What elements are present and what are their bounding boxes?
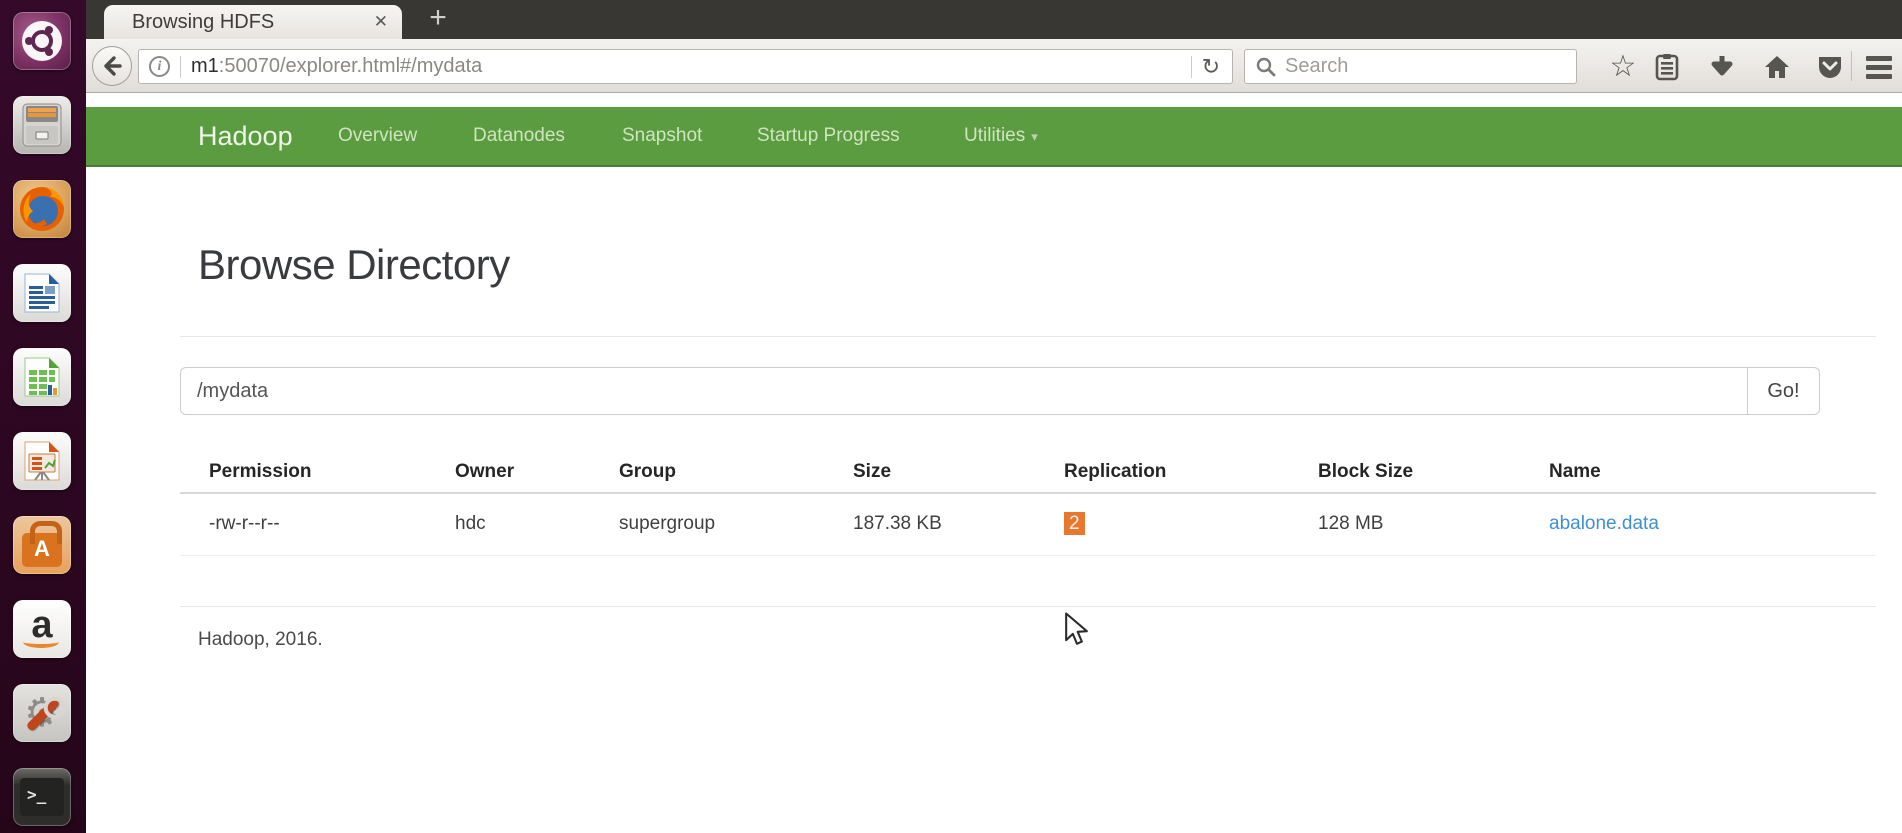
- cell-replication: 2: [1035, 493, 1289, 556]
- page-content: Hadoop Overview Datanodes Snapshot Start…: [86, 93, 1902, 833]
- search-bar[interactable]: [1244, 49, 1577, 84]
- nav-startup-progress[interactable]: Startup Progress: [757, 107, 900, 165]
- url-text: m1:50070/explorer.html#/mydata: [191, 55, 1181, 78]
- page-title: Browse Directory: [198, 241, 510, 288]
- cell-permission: -rw-r--r--: [180, 493, 426, 556]
- home-icon[interactable]: [1762, 52, 1792, 82]
- footer-divider: [180, 605, 1876, 607]
- nav-datanodes[interactable]: Datanodes: [473, 107, 565, 165]
- back-button[interactable]: [92, 46, 132, 86]
- close-tab-icon[interactable]: ✕: [374, 12, 388, 32]
- footer-text: Hadoop, 2016.: [198, 628, 323, 650]
- cell-group: supergroup: [590, 493, 824, 556]
- divider: [180, 336, 1876, 337]
- cell-owner: hdc: [426, 493, 590, 556]
- pocket-icon[interactable]: [1815, 52, 1845, 82]
- launcher-item-dash-home[interactable]: [13, 12, 71, 70]
- launcher-item-amazon[interactable]: a: [13, 600, 71, 658]
- table-row: -rw-r--r-- hdc supergroup 187.38 KB 2 12…: [180, 493, 1876, 556]
- directory-path-input[interactable]: [180, 367, 1748, 415]
- reload-icon[interactable]: ↻: [1202, 54, 1220, 80]
- url-path: :50070/explorer.html#/mydata: [218, 55, 483, 77]
- tab-title: Browsing HDFS: [132, 10, 275, 33]
- tab-bar: Browsing HDFS ✕ +: [86, 0, 1902, 39]
- tab-browsing-hdfs[interactable]: Browsing HDFS ✕: [104, 5, 402, 39]
- search-icon: [1256, 57, 1276, 76]
- col-owner: Owner: [426, 451, 590, 494]
- software-center-icon: A: [22, 521, 62, 567]
- nav-overview[interactable]: Overview: [338, 107, 417, 165]
- writer-icon: [24, 273, 60, 313]
- url-domain: m1: [191, 55, 219, 77]
- firefox-window: Browsing HDFS ✕ + i m1:50070/explorer.ht…: [86, 0, 1902, 833]
- nav-utilities[interactable]: Utilities ▾: [964, 107, 1038, 166]
- col-name: Name: [1520, 451, 1876, 494]
- launcher-item-terminal[interactable]: >_: [13, 768, 71, 826]
- chevron-down-icon: ▾: [1031, 129, 1038, 144]
- launcher-item-files[interactable]: [13, 96, 71, 154]
- col-permission: Permission: [180, 451, 426, 494]
- cell-size: 187.38 KB: [824, 493, 1035, 556]
- cell-name: abalone.data: [1520, 493, 1876, 556]
- mouse-cursor: [1065, 612, 1088, 645]
- col-size: Size: [824, 451, 1035, 494]
- nav-snapshot[interactable]: Snapshot: [622, 107, 702, 165]
- file-cabinet-icon: [22, 103, 62, 147]
- launcher-item-software-center[interactable]: A: [13, 516, 71, 574]
- calc-icon: [24, 357, 60, 397]
- col-replication: Replication: [1035, 451, 1289, 494]
- path-input-group: Go!: [180, 367, 1820, 415]
- url-bar[interactable]: i m1:50070/explorer.html#/mydata ↻: [138, 49, 1233, 84]
- amazon-icon: a: [23, 606, 59, 648]
- file-listing-table: Permission Owner Group Size Replication …: [180, 451, 1876, 556]
- col-block-size: Block Size: [1289, 451, 1520, 494]
- go-button[interactable]: Go!: [1748, 367, 1820, 415]
- launcher-item-firefox[interactable]: [13, 180, 71, 238]
- hamburger-menu-icon[interactable]: [1864, 52, 1894, 82]
- launcher-item-system-settings[interactable]: ⚙: [13, 684, 71, 742]
- terminal-icon: >_: [20, 778, 64, 816]
- file-link[interactable]: abalone.data: [1549, 513, 1659, 534]
- launcher-item-libreoffice-calc[interactable]: [13, 348, 71, 406]
- page-info-icon[interactable]: i: [149, 56, 170, 77]
- replication-highlight: 2: [1064, 512, 1085, 536]
- browse-directory-section: Browse Directory Go! Permission Owner Gr…: [180, 239, 1876, 651]
- browser-toolbar: i m1:50070/explorer.html#/mydata ↻ ☆: [86, 39, 1902, 93]
- new-tab-button[interactable]: +: [420, 0, 456, 39]
- cell-block-size: 128 MB: [1289, 493, 1520, 556]
- bookmark-star-icon[interactable]: ☆: [1608, 52, 1638, 82]
- ubuntu-launcher: A a ⚙ >_: [0, 0, 86, 833]
- table-header-row: Permission Owner Group Size Replication …: [180, 451, 1876, 494]
- firefox-icon: [20, 187, 64, 231]
- col-group: Group: [590, 451, 824, 494]
- navbar-brand[interactable]: Hadoop: [198, 107, 293, 165]
- search-input[interactable]: [1285, 55, 1535, 78]
- launcher-item-libreoffice-impress[interactable]: [13, 432, 71, 490]
- hadoop-navbar: Hadoop Overview Datanodes Snapshot Start…: [86, 107, 1902, 167]
- ubuntu-logo-icon: [22, 21, 62, 61]
- downloads-icon[interactable]: [1707, 52, 1737, 82]
- impress-icon: [24, 441, 60, 481]
- bookmarks-menu-icon[interactable]: [1652, 52, 1682, 82]
- launcher-item-libreoffice-writer[interactable]: [13, 264, 71, 322]
- back-arrow-icon: [104, 56, 122, 76]
